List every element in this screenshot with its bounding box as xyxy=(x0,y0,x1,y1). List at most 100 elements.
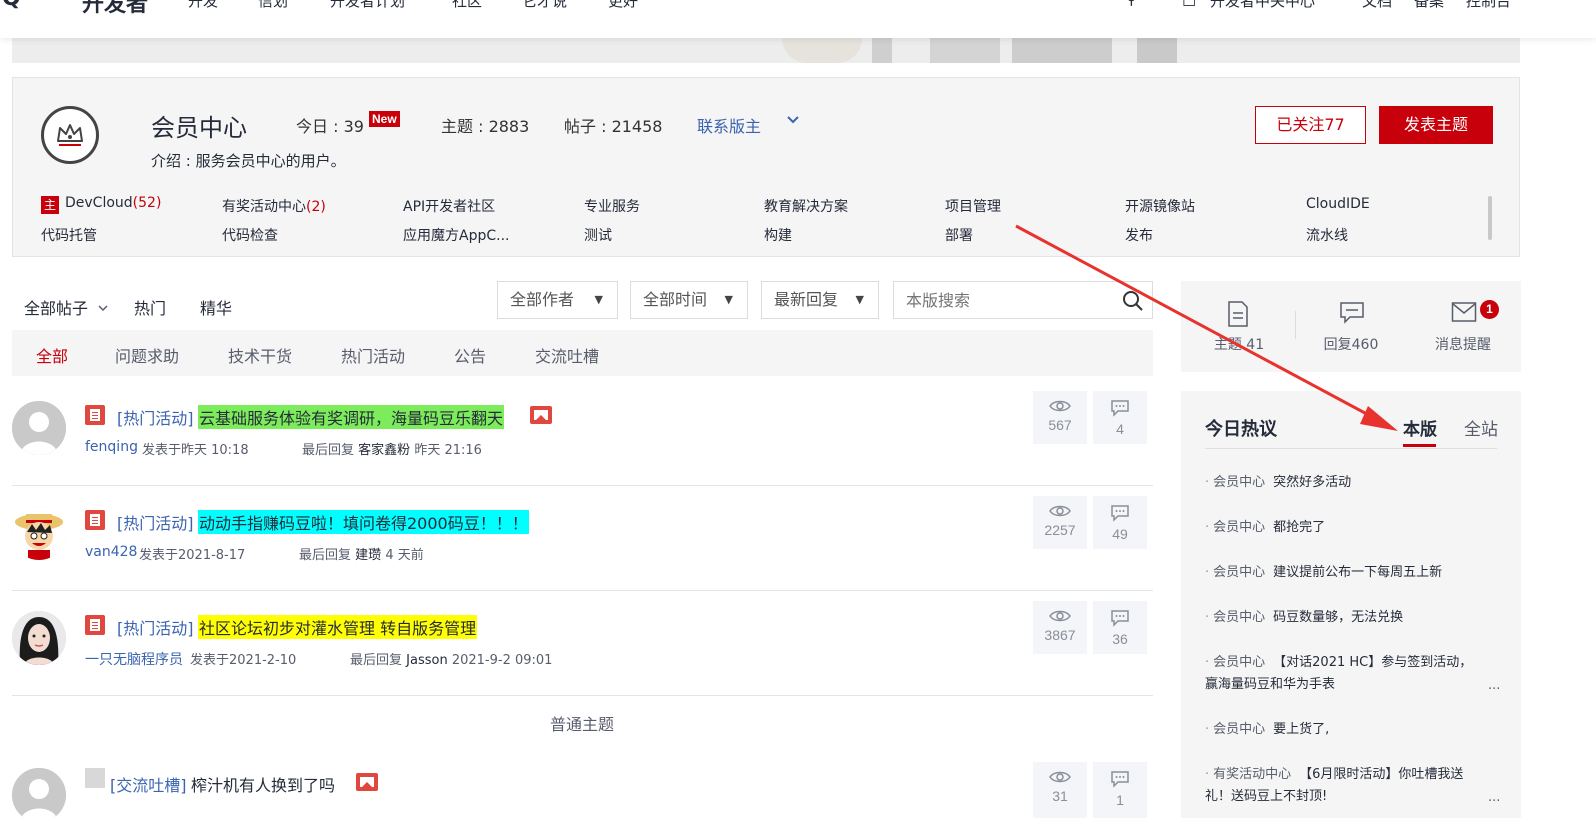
author-dropdown[interactable]: 全部作者 ▼ xyxy=(497,281,618,319)
subforum-education[interactable]: 教育解决方案 xyxy=(764,196,848,216)
subforum-release[interactable]: 发布 xyxy=(1125,225,1153,245)
last-reply-label: 最后回复 xyxy=(302,443,355,458)
subforum-test[interactable]: 测试 xyxy=(584,225,612,245)
notification-icon[interactable]: □ xyxy=(1182,0,1196,8)
thread-title[interactable]: 榨汁机有人换到了吗 xyxy=(190,772,336,796)
site-logo[interactable]: 开发者 xyxy=(82,0,148,18)
tab-hot-events[interactable]: 热门活动 xyxy=(341,343,405,367)
thread-title[interactable]: 动动手指赚码豆啦！填问卷得2000码豆！！！ xyxy=(198,510,529,534)
avatar[interactable] xyxy=(12,506,66,560)
subforum-pro-service[interactable]: 专业服务 xyxy=(584,196,640,216)
subforum-code-check[interactable]: 代码检查 xyxy=(222,225,278,245)
nav-right-beian[interactable]: 备案 xyxy=(1414,0,1444,11)
nav-item-1[interactable]: 开发 xyxy=(188,0,218,11)
subforum-cloudide[interactable]: CloudIDE xyxy=(1306,196,1370,212)
hot-item-forum[interactable]: 会员中心 xyxy=(1213,565,1265,580)
list-item[interactable]: · 会员中心 码豆数量够，无法兑换 xyxy=(1205,607,1505,629)
hot-item-text[interactable]: 码豆数量够，无法兑换 xyxy=(1273,610,1403,625)
subforum-pipeline[interactable]: 流水线 xyxy=(1306,225,1348,245)
list-item[interactable]: · 会员中心 建议提前公布一下每周五上新 xyxy=(1205,562,1505,584)
thread-author[interactable]: fenqing xyxy=(85,439,138,455)
tab-chat[interactable]: 交流吐槽 xyxy=(535,343,599,367)
bullet: · xyxy=(1205,722,1210,737)
sort-dropdown[interactable]: 最新回复 ▼ xyxy=(761,281,879,319)
nav-item-4[interactable]: 社区 xyxy=(452,0,482,11)
hot-item-forum[interactable]: 会员中心 xyxy=(1213,520,1265,535)
nav-right-1[interactable]: 开发者中关中心 xyxy=(1210,0,1315,11)
thread-category[interactable]: [交流吐槽] xyxy=(110,772,187,796)
hot-item-forum[interactable]: 会员中心 xyxy=(1213,722,1265,737)
subforum-scrollbar[interactable] xyxy=(1488,196,1492,240)
list-item[interactable]: · 会员中心 【对话2021 HC】参与签到活动， 赢海量码豆和华为手表 xyxy=(1205,652,1505,696)
comment-icon xyxy=(1111,505,1129,522)
hot-item-forum[interactable]: 有奖活动中心 xyxy=(1213,767,1291,782)
banner-shape xyxy=(782,38,862,63)
subforum-project[interactable]: 项目管理 xyxy=(945,196,1001,216)
tab-whole-site[interactable]: 全站 xyxy=(1464,415,1498,440)
tab-announcements[interactable]: 公告 xyxy=(454,343,486,367)
hot-item-text[interactable]: 【对话2021 HC】参与签到活动， xyxy=(1273,655,1472,670)
subforum-code-hosting[interactable]: 代码托管 xyxy=(41,225,97,245)
thread-category[interactable]: [热门活动] xyxy=(117,405,194,429)
hot-item-forum[interactable]: 会员中心 xyxy=(1213,610,1265,625)
last-reply-user[interactable]: 建瓒 xyxy=(355,548,381,563)
hot-item-text[interactable]: 【6月限时活动】你吐槽我送 xyxy=(1299,767,1463,782)
subforum-api[interactable]: API开发者社区 xyxy=(403,196,495,216)
board-search-input[interactable] xyxy=(906,283,1106,317)
hot-item-forum[interactable]: 会员中心 xyxy=(1213,475,1265,490)
tab-help[interactable]: 问题求助 xyxy=(115,343,179,367)
avatar[interactable] xyxy=(12,611,66,665)
nav-item-5[interactable]: 它才说 xyxy=(522,0,567,11)
search-button[interactable] xyxy=(1114,281,1153,319)
mail-icon xyxy=(1451,302,1477,322)
subforum-mirror[interactable]: 开源镜像站 xyxy=(1125,196,1195,216)
avatar[interactable] xyxy=(12,768,66,818)
subforum-appcube[interactable]: 应用魔方AppC... xyxy=(403,225,509,245)
subforum-build[interactable]: 构建 xyxy=(764,225,792,245)
nav-right-docs[interactable]: 文档 xyxy=(1362,0,1392,11)
hot-item-text-line2[interactable]: 赢海量码豆和华为手表 xyxy=(1205,677,1335,692)
thread-title[interactable]: 社区论坛初步对灌水管理 转自版务管理 xyxy=(198,615,478,639)
view-count: 31 xyxy=(1033,762,1087,818)
last-reply-user[interactable]: 客家鑫粉 xyxy=(358,443,410,458)
hot-item-forum[interactable]: 会员中心 xyxy=(1213,655,1265,670)
image-icon xyxy=(530,406,552,424)
nav-right-console[interactable]: 控制台 xyxy=(1466,0,1511,11)
subforum-deploy[interactable]: 部署 xyxy=(945,225,973,245)
essence-filter[interactable]: 精华 xyxy=(200,295,232,319)
post-topic-button[interactable]: 发表主题 xyxy=(1379,106,1493,144)
contact-moderator-link[interactable]: 联系版主 xyxy=(697,113,761,137)
follow-button[interactable]: 已关注77 xyxy=(1255,106,1366,144)
thread-category[interactable]: [热门活动] xyxy=(117,615,194,639)
time-dropdown[interactable]: 全部时间 ▼ xyxy=(630,281,748,319)
my-topics-label: 主题 41 xyxy=(1213,337,1265,353)
thread-author[interactable]: van428 xyxy=(85,544,137,560)
nav-item-2[interactable]: 信划 xyxy=(258,0,288,11)
hot-item-text[interactable]: 都抢完了 xyxy=(1273,520,1325,535)
last-reply-user[interactable]: Jasson xyxy=(406,653,448,668)
thread-author[interactable]: 一只无脑程序员 xyxy=(85,649,183,669)
list-item[interactable]: · 会员中心 要上货了, xyxy=(1205,719,1505,741)
thread-category[interactable]: [热门活动] xyxy=(117,510,194,534)
nav-item-3[interactable]: 开发者计划 xyxy=(330,0,405,11)
search-icon[interactable]: ⚲ xyxy=(1126,0,1137,8)
tab-this-board[interactable]: 本版 xyxy=(1403,415,1437,440)
avatar[interactable] xyxy=(12,401,66,455)
list-item[interactable]: · 会员中心 都抢完了 xyxy=(1205,517,1505,539)
hot-item-text[interactable]: 要上货了, xyxy=(1273,722,1329,737)
hot-item-text-line2[interactable]: 礼！送码豆上不封顶! xyxy=(1205,789,1327,804)
list-item[interactable]: · 会员中心 突然好多活动 xyxy=(1205,472,1505,494)
thread-posted-time: 发表于2021-2-10 xyxy=(190,653,297,668)
all-posts-filter[interactable]: 全部帖子 xyxy=(24,295,109,319)
thread-title[interactable]: 云基础服务体验有奖调研，海量码豆乐翻天 xyxy=(198,405,505,429)
subforum-devcloud[interactable]: 主 DevCloud(52) xyxy=(41,195,161,214)
subforum-rewards[interactable]: 有奖活动中心(2) xyxy=(222,196,326,216)
tab-tech[interactable]: 技术干货 xyxy=(228,343,292,367)
hot-item-text[interactable]: 建议提前公布一下每周五上新 xyxy=(1273,565,1442,580)
nav-item-6[interactable]: 更好 xyxy=(608,0,638,11)
chevron-down-icon[interactable] xyxy=(786,112,800,131)
hot-filter[interactable]: 热门 xyxy=(134,295,166,319)
hot-item-text[interactable]: 突然好多活动 xyxy=(1273,475,1351,490)
tab-all[interactable]: 全部 xyxy=(36,343,68,367)
list-item[interactable]: · 有奖活动中心 【6月限时活动】你吐槽我送 礼！送码豆上不封顶! xyxy=(1205,764,1505,808)
